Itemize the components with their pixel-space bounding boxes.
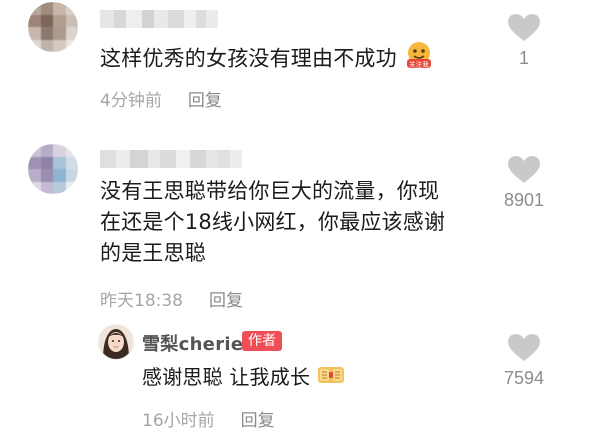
avatar[interactable] [28,144,78,194]
username-blurred[interactable] [100,150,242,168]
comment-time: 4分钟前 [100,91,162,111]
like-button[interactable]: 8901 [494,156,554,211]
heart-icon [508,14,540,41]
comment-text-content: 这样优秀的女孩没有理由不成功 [100,46,397,71]
reply-time: 16小时前 [142,411,215,431]
like-button[interactable]: 7594 [494,334,554,389]
reply-meta: 16小时前 回复 [142,406,275,431]
reply-text: 感谢思聪 让我成长 [142,362,472,394]
like-button[interactable]: 1 [494,14,554,69]
follow-me-emoji: 关注我 [404,40,434,79]
avatar-image [28,144,78,194]
reply-username[interactable]: 雪梨cherie [142,330,243,356]
fist-salute-emoji [317,363,345,394]
heart-icon [508,334,540,361]
comment-item: 这样优秀的女孩没有理由不成功 关注我 4分钟前 回复 1 [0,0,616,120]
comment-text: 没有王思聪带给你巨大的流量，你现 在还是个18线小网红，你最应该感谢 的是王思聪 [100,176,480,269]
reply-text-content: 感谢思聪 让我成长 [142,365,311,389]
comment-text-line: 的是王思聪 [100,241,206,265]
reply-button[interactable]: 回复 [188,86,222,111]
like-count: 8901 [503,190,545,210]
author-badge: 作者 [242,331,282,351]
reply-button[interactable]: 回复 [241,406,275,431]
author-avatar-image [99,325,133,359]
emoji-caption: 关注我 [409,60,429,69]
comment-time: 昨天18:38 [100,291,183,311]
comment-meta: 昨天18:38 回复 [100,286,243,311]
comment-text: 这样优秀的女孩没有理由不成功 关注我 [100,40,480,79]
reply-button[interactable]: 回复 [209,286,243,311]
like-count: 1 [518,48,529,68]
comment-text-line: 在还是个18线小网红，你最应该感谢 [100,210,446,234]
username-blurred[interactable] [100,10,218,28]
comment-text-line: 没有王思聪带给你巨大的流量，你现 [100,179,440,203]
avatar[interactable] [28,2,78,52]
heart-icon [508,156,540,183]
avatar-image [28,2,78,52]
reply-item: 雪梨cherie 作者 感谢思聪 让我成长 16小时前 回复 7594 [0,318,616,437]
comment-item: 没有王思聪带给你巨大的流量，你现 在还是个18线小网红，你最应该感谢 的是王思聪… [0,140,616,320]
comment-meta: 4分钟前 回复 [100,86,222,111]
like-count: 7594 [503,368,545,388]
author-avatar[interactable] [98,324,134,360]
